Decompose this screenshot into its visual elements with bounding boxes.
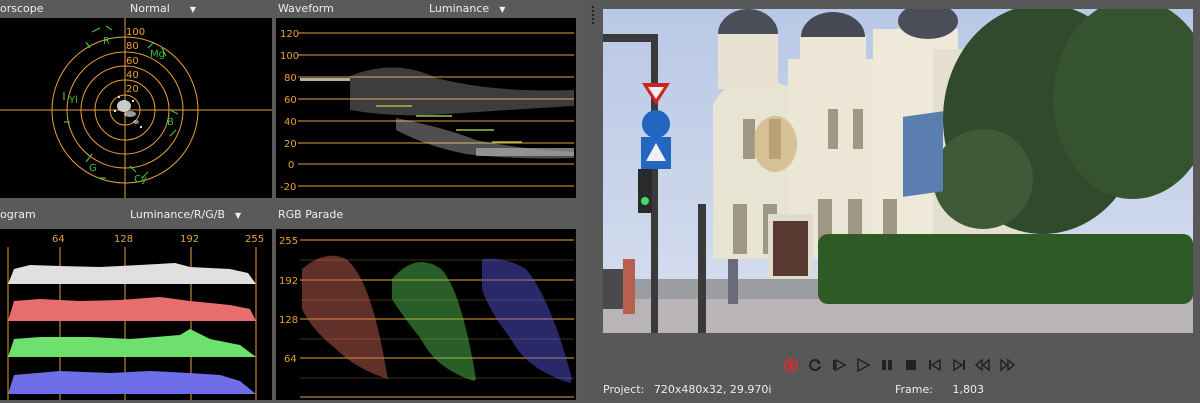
rgb-parade-panel: 255 192 128 64 (276, 229, 576, 400)
play-from-start-icon (833, 358, 847, 372)
parade-y-label: 192 (279, 276, 298, 287)
waveform-header: Waveform Luminance ▼ (278, 0, 578, 18)
step-back-button[interactable] (974, 356, 992, 374)
prev-frame-button[interactable] (926, 356, 944, 374)
vectorscope-header: orscope Normal ▼ (0, 0, 272, 18)
record-button[interactable] (782, 356, 800, 374)
histogram-title: ogram (0, 208, 36, 221)
waveform-panel: 120 100 80 60 40 20 0 -20 (276, 18, 576, 198)
ring-label: 100 (126, 27, 145, 38)
pause-button[interactable] (878, 356, 896, 374)
waveform-y-label: 60 (284, 95, 297, 106)
rgb-parade-title: RGB Parade (278, 208, 344, 221)
video-frame-image (603, 9, 1193, 333)
luminance-histogram (8, 263, 256, 284)
ring-label: 20 (126, 84, 139, 95)
project-label: Project: (603, 383, 645, 396)
chevron-down-icon: ▼ (235, 211, 242, 220)
waveform-title: Waveform (278, 2, 334, 15)
frame-value: 1,803 (952, 383, 984, 396)
play-from-start-button[interactable] (830, 356, 848, 374)
project-value: 720x480x32, 29.970i (653, 383, 772, 396)
red-parade (302, 255, 388, 379)
vectorscope-mode-dropdown[interactable]: Normal ▼ (130, 0, 196, 18)
histogram-x-label: 255 (245, 234, 264, 245)
next-frame-button[interactable] (950, 356, 968, 374)
parade-y-label: 128 (279, 315, 298, 326)
histogram-panel: 64 128 192 255 (0, 229, 272, 400)
rgb-parade-graph: 255 192 128 64 (279, 236, 574, 398)
frame-info: Frame: 1,803 (895, 383, 984, 396)
video-frame (603, 9, 1193, 333)
parade-y-label: 255 (279, 236, 298, 247)
next-frame-icon (953, 358, 965, 372)
red-histogram (8, 297, 256, 321)
parade-y-label: 64 (284, 354, 297, 365)
stop-button[interactable] (902, 356, 920, 374)
waveform-mode-label: Luminance (429, 2, 490, 15)
ring-label: 60 (126, 56, 139, 67)
histogram-x-label: 192 (180, 234, 199, 245)
project-info: Project: 720x480x32, 29.970i (603, 383, 771, 396)
histogram-x-label: 64 (52, 234, 65, 245)
prev-frame-icon (929, 358, 941, 372)
waveform-y-label: 0 (288, 160, 294, 171)
target-label: G (89, 163, 97, 174)
frame-label: Frame: (895, 383, 933, 396)
histogram-header: ogram Luminance/R/G/B ▼ (0, 206, 272, 224)
play-icon (857, 357, 871, 373)
target-label: B (167, 117, 174, 128)
play-button[interactable] (854, 356, 872, 374)
target-label: R (103, 36, 110, 47)
histogram-mode-label: Luminance/R/G/B (130, 208, 226, 221)
waveform-graph: 120 100 80 60 40 20 0 -20 (280, 29, 574, 193)
green-histogram (8, 329, 256, 357)
waveform-y-label: -20 (280, 182, 296, 193)
waveform-y-label: 100 (280, 51, 299, 62)
splitter-grip[interactable] (592, 6, 596, 29)
vectorscope-panel: 100 80 60 40 20 R Mg B Cy G Yl (0, 18, 272, 198)
blue-histogram (8, 371, 256, 394)
waveform-y-label: 120 (280, 29, 299, 40)
vectorscope-mode-label: Normal (130, 2, 170, 15)
rgb-parade-header: RGB Parade (278, 206, 578, 224)
vectorscope-title: orscope (0, 2, 44, 15)
target-label: Cy (134, 174, 147, 185)
histogram-graph: 64 128 192 255 (7, 234, 264, 400)
loop-icon (809, 359, 821, 372)
histogram-x-label: 128 (114, 234, 133, 245)
step-back-icon (974, 358, 990, 372)
chevron-down-icon: ▼ (189, 5, 196, 14)
step-forward-icon (1000, 358, 1016, 372)
blue-parade (482, 258, 572, 383)
pause-icon (882, 360, 892, 370)
chevron-down-icon: ▼ (499, 5, 506, 14)
target-label: Yl (68, 95, 78, 106)
loop-button[interactable] (806, 356, 824, 374)
vectorscope-graph: 100 80 60 40 20 R Mg B Cy G Yl (0, 18, 272, 198)
waveform-y-label: 40 (284, 117, 297, 128)
target-label: Mg (150, 49, 165, 60)
ring-label: 40 (126, 70, 139, 81)
waveform-y-label: 20 (284, 139, 297, 150)
step-forward-button[interactable] (998, 356, 1016, 374)
stop-icon (906, 360, 916, 370)
ring-label: 80 (126, 41, 139, 52)
record-icon (784, 358, 798, 372)
waveform-mode-dropdown[interactable]: Luminance ▼ (429, 0, 505, 18)
waveform-y-label: 80 (284, 73, 297, 84)
histogram-mode-dropdown[interactable]: Luminance/R/G/B ▼ (130, 206, 241, 224)
